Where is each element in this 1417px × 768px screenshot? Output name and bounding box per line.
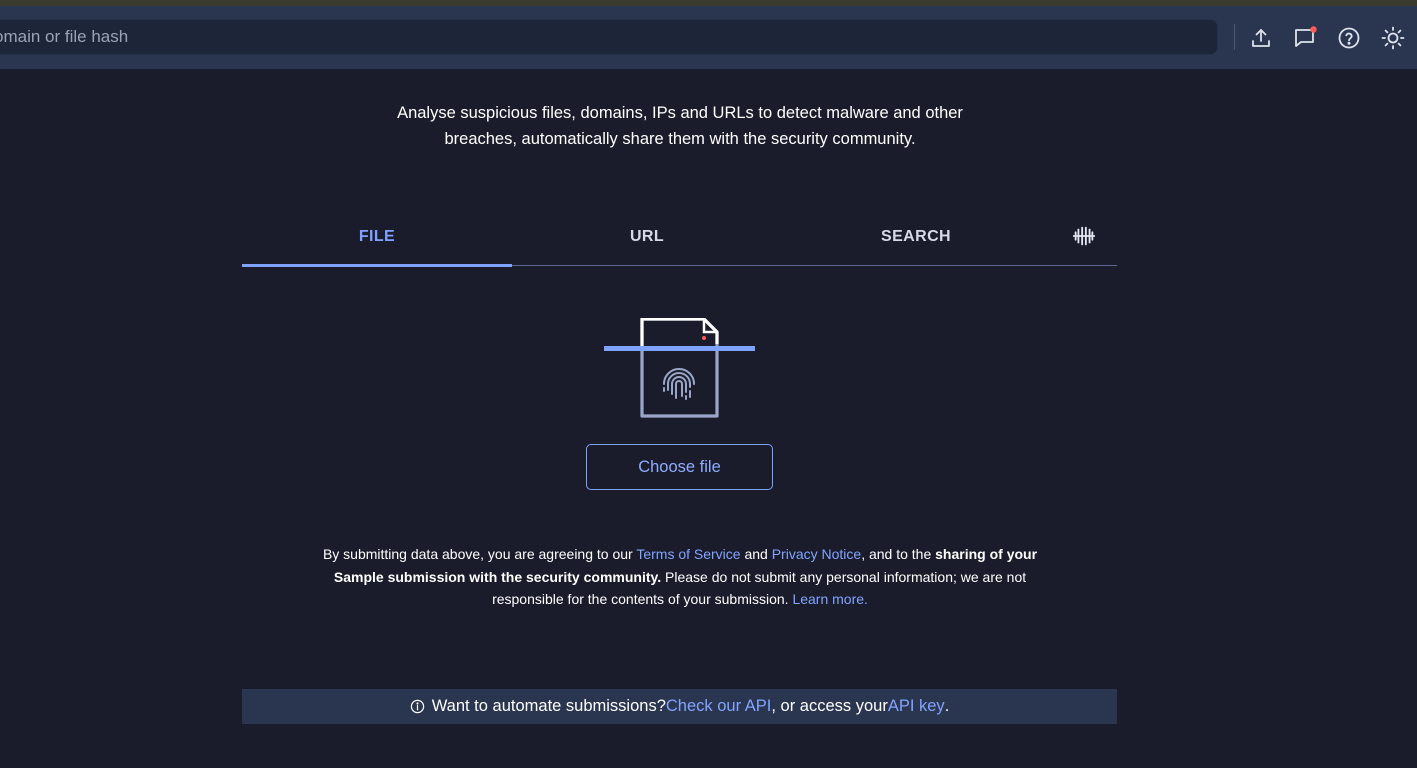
tagline-line-1: Analyse suspicious files, domains, IPs a…: [397, 104, 963, 122]
search-box[interactable]: [0, 19, 1218, 55]
choose-file-button[interactable]: Choose file: [586, 444, 773, 490]
privacy-notice-link[interactable]: Privacy Notice: [772, 546, 861, 562]
submission-tabs: FILE URL SEARCH: [242, 208, 1117, 267]
fingerprint-file-icon: [604, 317, 756, 420]
api-key-link[interactable]: API key: [888, 697, 945, 716]
notification-dot: [1310, 26, 1317, 33]
api-text-2: , or access your: [771, 697, 888, 715]
check-api-link[interactable]: Check our API: [666, 697, 771, 716]
legal-notice: By submitting data above, you are agreei…: [310, 543, 1050, 611]
api-text-1: Want to automate submissions?: [431, 697, 666, 715]
legal-text-1: By submitting data above, you are agreei…: [322, 546, 637, 562]
info-icon: [410, 699, 426, 715]
search-input[interactable]: [0, 20, 1200, 54]
api-text-3: .: [944, 697, 950, 715]
tagline: Analyse suspicious files, domains, IPs a…: [0, 100, 1360, 152]
tab-url[interactable]: URL: [512, 208, 782, 265]
header-divider: [1234, 24, 1235, 50]
upload-icon[interactable]: [1248, 25, 1274, 51]
legal-text-2: and: [740, 546, 772, 562]
legal-text-3: , and to the: [861, 546, 936, 562]
theme-icon[interactable]: [1380, 25, 1406, 51]
terms-of-service-link[interactable]: Terms of Service: [636, 546, 740, 562]
tab-file[interactable]: FILE: [242, 208, 512, 265]
tagline-line-2: breaches, automatically share them with …: [444, 130, 916, 148]
help-icon[interactable]: [1336, 25, 1362, 51]
api-banner: Want to automate submissions? Check our …: [242, 689, 1117, 724]
active-tab-indicator: [242, 264, 512, 267]
chat-icon[interactable]: [1292, 25, 1318, 51]
tab-search[interactable]: SEARCH: [781, 208, 1051, 265]
learn-more-link[interactable]: Learn more.: [792, 591, 867, 607]
vt-collections-icon[interactable]: [1070, 222, 1098, 250]
header-bar: [0, 6, 1417, 69]
